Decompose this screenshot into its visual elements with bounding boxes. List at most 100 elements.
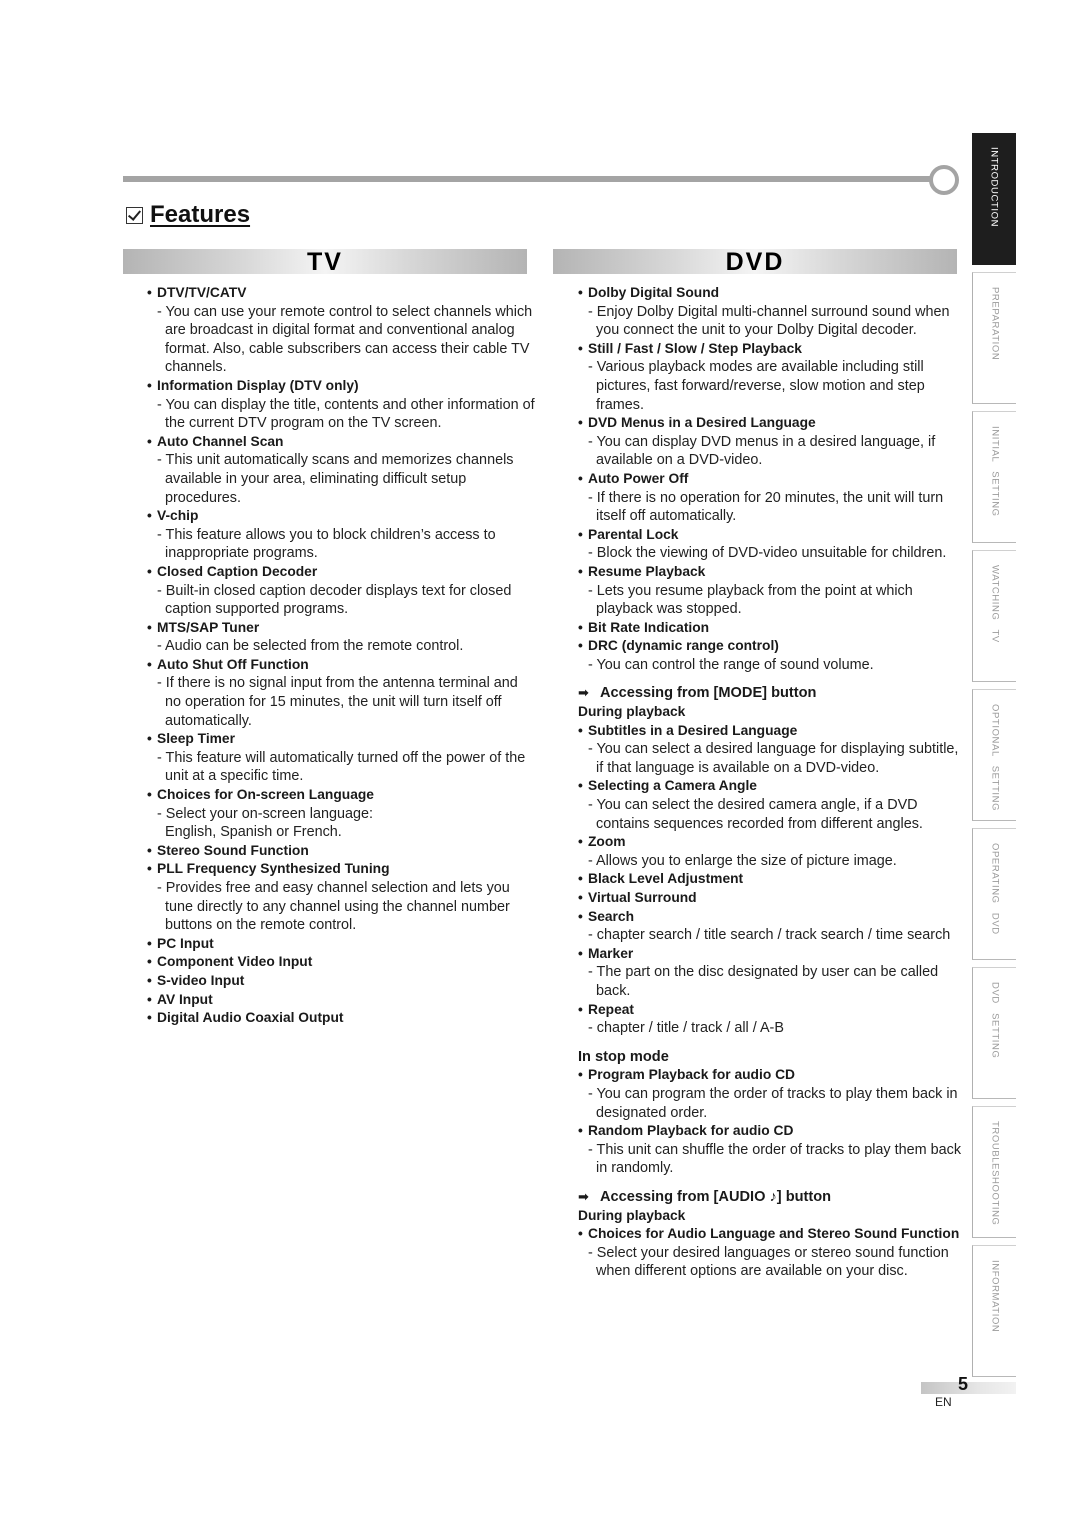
feature-item-marker: Marker- The part on the disc designated … xyxy=(578,945,963,1001)
chapter-tabs: INTRODUCTION PREPARATION INITIAL SETTING WA… xyxy=(972,133,1016,1384)
feature-title: Program Playback for audio CD xyxy=(578,1066,963,1085)
feature-title: Repeat xyxy=(578,1001,963,1020)
feature-description: - Lets you resume playback from the poin… xyxy=(588,582,913,618)
feature-item-dtv-tv-catv: DTV/TV/CATV- You can use your remote con… xyxy=(147,284,537,377)
feature-description: - Block the viewing of DVD-video unsuita… xyxy=(588,545,947,562)
chapter-tab-dvd-setting[interactable]: DVD SETTING xyxy=(972,967,1016,1099)
feature-item-drc-dynamic-range-control: DRC (dynamic range control)- You can con… xyxy=(578,637,963,674)
feature-title: PC Input xyxy=(147,935,537,954)
feature-description: - You can program the order of tracks to… xyxy=(588,1085,958,1121)
feature-title: Virtual Surround xyxy=(578,889,963,908)
feature-description: - Enjoy Dolby Digital multi-channel surr… xyxy=(588,303,950,339)
feature-description: - chapter / title / track / all / A-B xyxy=(588,1020,784,1037)
chapter-tab-introduction[interactable]: INTRODUCTION xyxy=(972,133,1016,265)
chapter-tab-label: TROUBLESHOOTING xyxy=(989,1121,1000,1226)
feature-title: Digital Audio Coaxial Output xyxy=(147,1009,537,1028)
dvd-section-banner: DVD xyxy=(553,249,957,275)
feature-item-bit-rate-indication: Bit Rate Indication xyxy=(578,619,963,638)
chapter-tab-watching-tv[interactable]: WATCHING TV xyxy=(972,550,1016,682)
feature-description: - You can display the title, contents an… xyxy=(157,396,535,432)
feature-description: - chapter search / title search / track … xyxy=(588,927,951,944)
chapter-tab-information[interactable]: INFORMATION xyxy=(972,1245,1016,1377)
feature-item-sleep-timer: Sleep Timer- This feature will automatic… xyxy=(147,730,537,786)
feature-title: DTV/TV/CATV xyxy=(147,284,537,303)
feature-description: - Various playback modes are available i… xyxy=(588,359,925,413)
feature-item-repeat: Repeat- chapter / title / track / all / … xyxy=(578,1001,963,1038)
chapter-tab-label: OPTIONAL SETTING xyxy=(989,704,1000,812)
audio-button-heading: ➡ Accessing from [AUDIO ♪] button xyxy=(578,1188,963,1207)
dvd-feature-list: Dolby Digital Sound- Enjoy Dolby Digital… xyxy=(578,284,963,1281)
chapter-tab-troubleshooting[interactable]: TROUBLESHOOTING xyxy=(972,1106,1016,1238)
feature-description: - You can select the desired camera angl… xyxy=(588,797,923,832)
feature-item-choices-for-audio-language-and-stereo-sound-function: Choices for Audio Language and Stereo So… xyxy=(578,1225,963,1281)
feature-title: Auto Shut Off Function xyxy=(147,656,537,675)
feature-title: Resume Playback xyxy=(578,563,963,582)
feature-item-selecting-a-camera-angle: Selecting a Camera Angle- You can select… xyxy=(578,777,963,833)
feature-description: - If there is no signal input from the a… xyxy=(157,675,518,729)
right-arrow-icon: ➡ xyxy=(578,1188,589,1204)
feature-item-parental-lock: Parental Lock- Block the viewing of DVD-… xyxy=(578,526,963,563)
feature-item-s-video-input: S-video Input xyxy=(147,972,537,991)
feature-item-dvd-menus-in-a-desired-language: DVD Menus in a Desired Language- You can… xyxy=(578,414,963,470)
feature-item-av-input: AV Input xyxy=(147,991,537,1010)
feature-description: - Allows you to enlarge the size of pict… xyxy=(588,852,897,869)
feature-description: - This feature allows you to block child… xyxy=(157,526,496,562)
feature-title: Information Display (DTV only) xyxy=(147,377,537,396)
feature-description: - Select your desired languages or stere… xyxy=(588,1244,949,1280)
feature-item-stereo-sound-function: Stereo Sound Function xyxy=(147,842,537,861)
rule-circle-ornament xyxy=(929,165,959,195)
page-title: Features xyxy=(126,201,250,229)
chapter-tab-label: INITIAL SETTING xyxy=(989,426,1000,517)
feature-item-auto-channel-scan: Auto Channel Scan- This unit automatical… xyxy=(147,433,537,507)
feature-title: Dolby Digital Sound xyxy=(578,284,963,303)
feature-description: - Select your on-screen language: xyxy=(157,805,373,822)
feature-item-mts-sap-tuner: MTS/SAP Tuner- Audio can be selected fro… xyxy=(147,619,537,656)
feature-description: - This feature will automatically turned… xyxy=(157,749,526,785)
feature-title: Closed Caption Decoder xyxy=(147,563,537,582)
chapter-tab-label: INFORMATION xyxy=(989,1260,1000,1333)
feature-title: Black Level Adjustment xyxy=(578,870,963,889)
feature-item-v-chip: V-chip- This feature allows you to block… xyxy=(147,507,537,563)
right-arrow-icon: ➡ xyxy=(578,685,589,701)
feature-title: DRC (dynamic range control) xyxy=(578,637,963,656)
tv-feature-list: DTV/TV/CATV- You can use your remote con… xyxy=(147,284,537,1028)
mode-button-heading: ➡ Accessing from [MODE] button xyxy=(578,684,963,703)
feature-item-subtitles-in-a-desired-language: Subtitles in a Desired Language- You can… xyxy=(578,722,963,778)
feature-description: - You can control the range of sound vol… xyxy=(588,656,874,673)
feature-title: Still / Fast / Slow / Step Playback xyxy=(578,340,963,359)
feature-item-black-level-adjustment: Black Level Adjustment xyxy=(578,870,963,889)
feature-item-resume-playback: Resume Playback- Lets you resume playbac… xyxy=(578,563,963,619)
chapter-tab-initial-setting[interactable]: INITIAL SETTING xyxy=(972,411,1016,543)
chapter-tab-label: INTRODUCTION xyxy=(988,147,1000,228)
feature-title: Stereo Sound Function xyxy=(147,842,537,861)
page-number-bar xyxy=(921,1382,1016,1394)
feature-item-auto-power-off: Auto Power Off- If there is no operation… xyxy=(578,470,963,526)
checked-box-icon xyxy=(126,206,143,224)
feature-description: - You can select a desired language for … xyxy=(588,741,959,776)
feature-item-auto-shut-off-function: Auto Shut Off Function- If there is no s… xyxy=(147,656,537,730)
feature-title: V-chip xyxy=(147,507,537,526)
mode-during-playback-heading: During playback xyxy=(578,704,686,720)
page-number: 5 xyxy=(958,1374,969,1394)
feature-title: MTS/SAP Tuner xyxy=(147,619,537,638)
feature-title: Parental Lock xyxy=(578,526,963,545)
feature-title: Zoom xyxy=(578,833,963,852)
feature-description: - You can display DVD menus in a desired… xyxy=(588,433,936,469)
chapter-tab-optional-setting[interactable]: OPTIONAL SETTING xyxy=(972,689,1016,821)
mode-button-heading-text: Accessing from [MODE] button xyxy=(600,685,817,702)
feature-item-pll-frequency-synthesized-tuning: PLL Frequency Synthesized Tuning- Provid… xyxy=(147,860,537,934)
feature-item-program-playback-for-audio-cd: Program Playback for audio CD- You can p… xyxy=(578,1066,963,1122)
feature-title: DVD Menus in a Desired Language xyxy=(578,414,963,433)
feature-item-virtual-surround: Virtual Surround xyxy=(578,889,963,908)
feature-description: - Audio can be selected from the remote … xyxy=(157,638,464,655)
feature-item-component-video-input: Component Video Input xyxy=(147,953,537,972)
chapter-tab-preparation[interactable]: PREPARATION xyxy=(972,272,1016,404)
page-title-text: Features xyxy=(150,201,251,228)
feature-title: Marker xyxy=(578,945,963,964)
feature-title: Subtitles in a Desired Language xyxy=(578,722,963,741)
audio-during-playback-heading: During playback xyxy=(578,1207,686,1223)
page-language: EN xyxy=(935,1395,952,1409)
chapter-tab-label: WATCHING TV xyxy=(989,565,1000,643)
feature-item-digital-audio-coaxial-output: Digital Audio Coaxial Output xyxy=(147,1009,537,1028)
chapter-tab-operating-dvd[interactable]: OPERATING DVD xyxy=(972,828,1016,960)
